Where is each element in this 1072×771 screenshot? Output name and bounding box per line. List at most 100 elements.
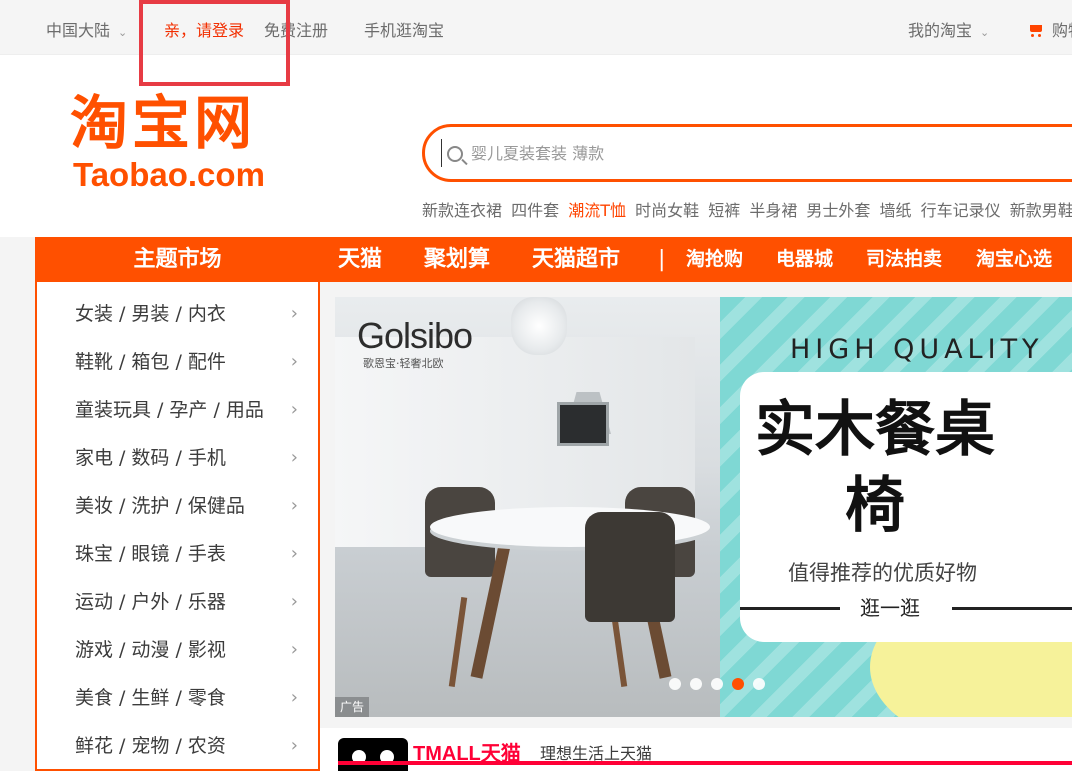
carousel-dot[interactable] xyxy=(753,678,765,690)
category-link[interactable]: 数码 xyxy=(131,447,169,469)
text-cursor xyxy=(441,139,442,167)
logo-english[interactable]: Taobao.com xyxy=(73,158,265,191)
category-link[interactable]: 眼镜 xyxy=(131,543,169,565)
mobile-taobao-link[interactable]: 手机逛淘宝 xyxy=(364,17,444,41)
nav-tmall[interactable]: 天猫 xyxy=(338,237,382,282)
sidebar-item[interactable]: 珠宝 / 眼镜 / 手表 › xyxy=(37,530,318,578)
separator: / xyxy=(119,303,126,325)
category-link[interactable]: 宠物 xyxy=(131,735,169,757)
theme-market-sidebar: 主题市场 女装 / 男装 / 内衣 › 鞋靴 / 箱包 / 配件 › 童装玩具 / 孕产 / 用品 › 家电 / 数码 /… xyxy=(35,237,320,771)
sidebar-item[interactable]: 美妆 / 洗护 / 保健品 › xyxy=(37,482,318,530)
chevron-down-icon: ⌄ xyxy=(980,26,990,39)
logo-chinese[interactable]: 淘宝网 xyxy=(70,94,256,152)
sidebar-item[interactable]: 女装 / 男装 / 内衣 › xyxy=(37,290,318,338)
sidebar-item[interactable]: 鲜花 / 宠物 / 农资 › xyxy=(37,722,318,770)
sidebar-item[interactable]: 家电 / 数码 / 手机 › xyxy=(37,434,318,482)
carousel-dot[interactable] xyxy=(690,678,702,690)
hot-word[interactable]: 男士外套 xyxy=(806,201,870,220)
separator: / xyxy=(119,687,126,709)
browse-button[interactable]: 逛一逛 xyxy=(860,592,920,621)
category-link[interactable]: 洗护 xyxy=(131,495,169,517)
hot-word[interactable]: 半身裙 xyxy=(749,201,797,220)
category-link[interactable]: 生鲜 xyxy=(131,687,169,709)
nav-juhuasuan[interactable]: 聚划算 xyxy=(424,237,490,282)
hot-word[interactable]: 行车记录仪 xyxy=(921,201,1001,220)
separator: / xyxy=(175,351,182,373)
sidebar-item[interactable]: 鞋靴 / 箱包 / 配件 › xyxy=(37,338,318,386)
category-link[interactable]: 内衣 xyxy=(188,303,226,325)
my-taobao-label: 我的淘宝 xyxy=(908,21,973,40)
chevron-down-icon: ⌄ xyxy=(118,26,128,39)
carousel-dot[interactable] xyxy=(711,678,723,690)
hot-word[interactable]: 墙纸 xyxy=(880,201,912,220)
category-link[interactable]: 家电 xyxy=(75,447,113,469)
headline-english: HIGH QUALITY xyxy=(790,334,1044,365)
category-link[interactable]: 美食 xyxy=(75,687,113,709)
nav-appliance-city[interactable]: 电器城 xyxy=(776,237,833,282)
category-link[interactable]: 鲜花 xyxy=(75,735,113,757)
promo-banner[interactable]: Golsibo 歌恩宝·轻奢北欧 广告 HIGH QUALITY 实木餐桌椅 值… xyxy=(335,297,1072,717)
channel-nav: 天猫 聚划算 天猫超市 | 淘抢购 电器城 司法拍卖 淘宝心选 xyxy=(320,237,1072,282)
hot-word[interactable]: 潮流T恤 xyxy=(568,201,626,220)
category-link[interactable]: 影视 xyxy=(188,639,226,661)
category-link[interactable]: 动漫 xyxy=(131,639,169,661)
search-box xyxy=(422,124,1072,182)
sidebar-item[interactable]: 美食 / 生鲜 / 零食 › xyxy=(37,674,318,722)
category-link[interactable]: 农资 xyxy=(188,735,226,757)
category-link[interactable]: 孕产 xyxy=(169,399,207,421)
dining-chair xyxy=(585,512,675,622)
cart-link[interactable]: 购物车 xyxy=(1028,17,1072,41)
category-link[interactable]: 配件 xyxy=(188,351,226,373)
tmall-cat-icon xyxy=(338,738,408,771)
category-link[interactable]: 游戏 xyxy=(75,639,113,661)
sidebar-item[interactable]: 运动 / 户外 / 乐器 › xyxy=(37,578,318,626)
category-link[interactable]: 美妆 xyxy=(75,495,113,517)
nav-tmall-supermarket[interactable]: 天猫超市 xyxy=(532,237,620,282)
nav-taoqianggou[interactable]: 淘抢购 xyxy=(686,237,743,282)
hot-word[interactable]: 四件套 xyxy=(511,201,559,220)
chevron-right-icon: › xyxy=(290,303,298,324)
category-link[interactable]: 户外 xyxy=(131,591,169,613)
category-link[interactable]: 童装玩具 xyxy=(75,399,151,421)
divider-line xyxy=(952,607,1072,610)
hot-word[interactable]: 新款男鞋 xyxy=(1010,201,1072,220)
category-link[interactable]: 运动 xyxy=(75,591,113,613)
separator: / xyxy=(175,687,182,709)
category-link[interactable]: 鞋靴 xyxy=(75,351,113,373)
nav-taobao-select[interactable]: 淘宝心选 xyxy=(976,237,1052,282)
carousel-dot[interactable] xyxy=(732,678,744,690)
separator: / xyxy=(119,495,126,517)
category-link[interactable]: 零食 xyxy=(188,687,226,709)
hot-word[interactable]: 时尚女鞋 xyxy=(635,201,699,220)
category-link[interactable]: 男装 xyxy=(131,303,169,325)
banner-subtitle: 值得推荐的优质好物 xyxy=(788,561,977,585)
category-link[interactable]: 用品 xyxy=(226,399,264,421)
category-link[interactable]: 女装 xyxy=(75,303,113,325)
category-link[interactable]: 乐器 xyxy=(188,591,226,613)
brand-tagline: 歌恩宝·轻奢北欧 xyxy=(363,357,444,370)
category-link[interactable]: 手表 xyxy=(188,543,226,565)
category-link[interactable]: 手机 xyxy=(188,447,226,469)
chevron-right-icon: › xyxy=(290,495,298,516)
search-input[interactable] xyxy=(471,141,1031,165)
category-link[interactable]: 箱包 xyxy=(131,351,169,373)
carousel-dot[interactable] xyxy=(669,678,681,690)
search-icon xyxy=(447,146,463,162)
nav-judicial-auction[interactable]: 司法拍卖 xyxy=(866,237,942,282)
category-link[interactable]: 珠宝 xyxy=(75,543,113,565)
hot-word[interactable]: 短裤 xyxy=(708,201,740,220)
category-link[interactable]: 保健品 xyxy=(188,495,245,517)
sidebar-item[interactable]: 游戏 / 动漫 / 影视 › xyxy=(37,626,318,674)
sidebar-item[interactable]: 童装玩具 / 孕产 / 用品 › xyxy=(37,386,318,434)
hot-search-words: 新款连衣裙 四件套 潮流T恤 时尚女鞋 短裤 半身裙 男士外套 墙纸 行车记录仪… xyxy=(422,197,1072,221)
hot-word[interactable]: 新款连衣裙 xyxy=(422,201,502,220)
dining-room-photo: Golsibo 歌恩宝·轻奢北欧 广告 xyxy=(335,297,735,717)
chevron-right-icon: › xyxy=(290,351,298,372)
my-taobao-menu[interactable]: 我的淘宝 ⌄ xyxy=(908,17,989,41)
ad-label: 广告 xyxy=(335,697,369,717)
region-selector[interactable]: 中国大陆 ⌄ xyxy=(46,17,127,41)
oven xyxy=(557,402,609,446)
region-label: 中国大陆 xyxy=(46,21,111,40)
brand-logo: Golsibo xyxy=(357,315,473,356)
login-highlight-box xyxy=(139,0,290,86)
